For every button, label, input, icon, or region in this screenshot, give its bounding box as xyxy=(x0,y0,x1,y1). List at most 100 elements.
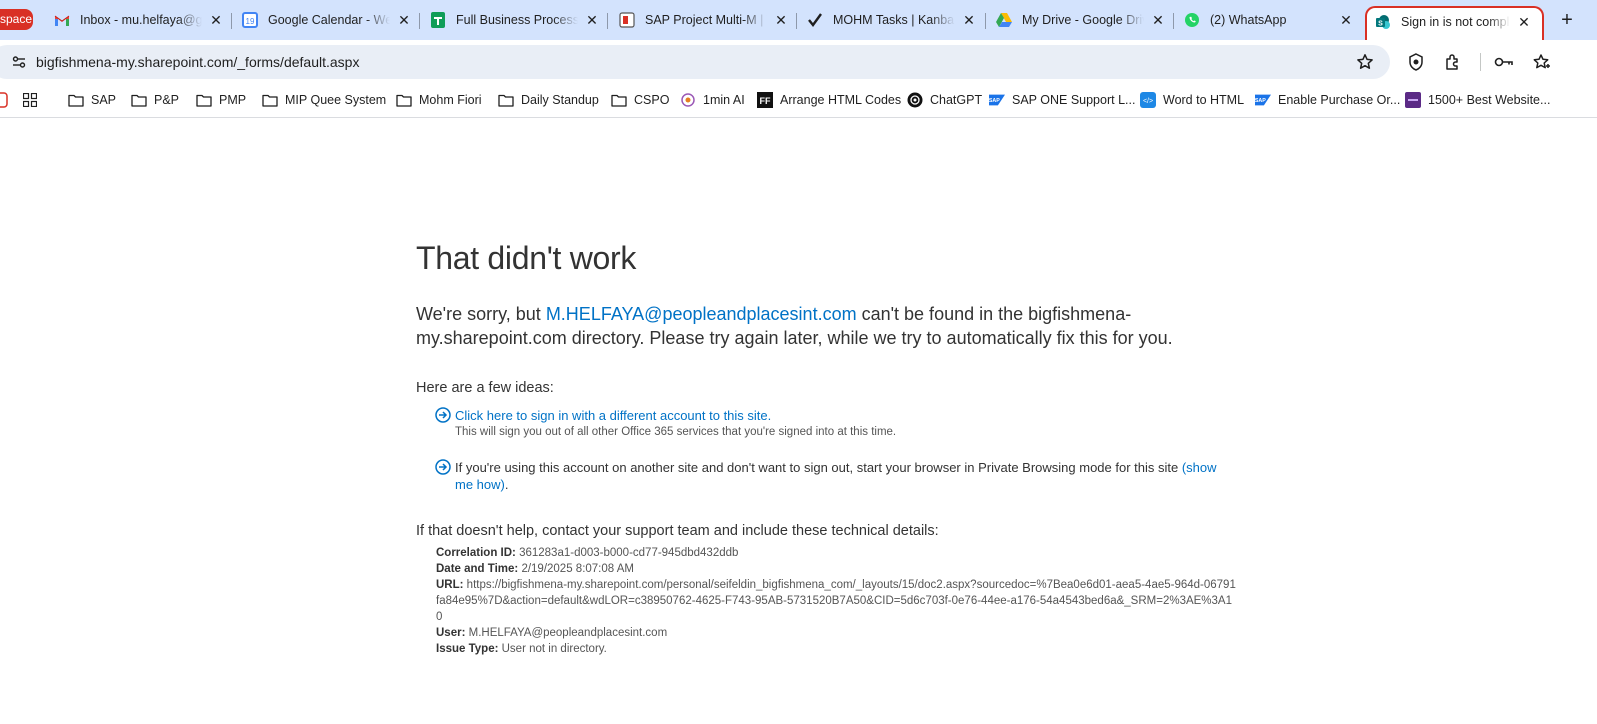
close-tab-icon[interactable]: ✕ xyxy=(1338,12,1354,28)
bookmark-folder-mip[interactable]: MIP Quee System xyxy=(262,90,386,110)
bookmark-label: Arrange HTML Codes xyxy=(780,93,902,107)
folder-icon xyxy=(68,92,84,108)
user-row: User: M.HELFAYA@peopleandplacesint.com xyxy=(436,625,1236,641)
tab-separator xyxy=(231,13,232,29)
tab-mohm-tasks[interactable]: MOHM Tasks | Kanban ✕ xyxy=(807,6,977,34)
toolbar-divider xyxy=(1480,53,1481,71)
svg-text:S: S xyxy=(1378,21,1383,28)
arrow-circle-icon xyxy=(435,459,451,475)
tab-separator xyxy=(985,13,986,29)
close-tab-icon[interactable]: ✕ xyxy=(208,12,224,28)
idea-private-browsing: If you're using this account on another … xyxy=(416,459,1236,493)
apps-grid-icon xyxy=(22,92,38,108)
close-tab-icon[interactable]: ✕ xyxy=(1516,14,1532,30)
url-value: https://bigfishmena-my.sharepoint.com/pe… xyxy=(436,579,1236,623)
error-message-prefix: We're sorry, but xyxy=(416,304,546,324)
sign-out-note: This will sign you out of all other Offi… xyxy=(455,426,897,438)
private-browsing-text: If you're using this account on another … xyxy=(455,460,1182,475)
tab-strip: space Inbox - mu.helfaya@gmail.com ✕ 19 … xyxy=(0,0,1597,40)
folder-icon xyxy=(498,92,514,108)
bookmark-apps[interactable] xyxy=(22,90,45,110)
bookmark-label: Mohm Fiori xyxy=(419,93,482,107)
svg-text:FF: FF xyxy=(760,96,771,106)
bookmark-sap-one-support[interactable]: SAP SAP ONE Support L... xyxy=(989,90,1135,110)
bookmark-label: Enable Purchase Or... xyxy=(1278,93,1401,107)
bookmark-folder-pp[interactable]: P&P xyxy=(131,90,179,110)
reading-list-star-icon[interactable] xyxy=(1531,51,1553,73)
tab-sap-project[interactable]: SAP Project Multi-M | T ✕ xyxy=(619,6,789,34)
tab-google-drive[interactable]: My Drive - Google Drive ✕ xyxy=(996,6,1166,34)
sap-project-icon xyxy=(619,12,635,28)
bookmark-star-icon[interactable] xyxy=(1354,51,1376,73)
issue-type-value: User not in directory. xyxy=(501,643,607,655)
correlation-id-label: Correlation ID: xyxy=(436,547,516,559)
bookmark-label: Word to HTML xyxy=(1163,93,1245,107)
close-tab-icon[interactable]: ✕ xyxy=(396,12,412,28)
bookmark-folder-mohm-fiori[interactable]: Mohm Fiori xyxy=(396,90,482,110)
bookmark-1min-ai[interactable]: 1min AI xyxy=(680,90,745,110)
extensions-puzzle-icon[interactable] xyxy=(1442,51,1464,73)
bookmark-folder-pmp[interactable]: PMP xyxy=(196,90,246,110)
bookmark-label: SAP ONE Support L... xyxy=(1012,93,1136,107)
red-app-icon xyxy=(0,92,10,108)
private-browsing-end: . xyxy=(504,477,509,492)
bookmark-red-app[interactable] xyxy=(0,90,17,110)
tab-google-calendar[interactable]: 19 Google Calendar - Week ✕ xyxy=(242,6,412,34)
bookmark-enable-purchase[interactable]: SAP Enable Purchase Or... xyxy=(1255,90,1400,110)
issue-type-label: Issue Type: xyxy=(436,643,499,655)
user-label: User: xyxy=(436,627,466,639)
close-tab-icon[interactable]: ✕ xyxy=(1150,12,1166,28)
svg-text:SAP: SAP xyxy=(1255,98,1266,104)
close-tab-icon[interactable]: ✕ xyxy=(584,12,600,28)
google-calendar-icon: 19 xyxy=(242,12,258,28)
bookmark-folder-cspo[interactable]: CSPO xyxy=(611,90,669,110)
google-drive-icon xyxy=(996,12,1012,28)
tab-sharepoint-active[interactable]: S Sign in is not complete ✕ xyxy=(1365,6,1544,40)
help-heading: If that doesn't help, contact your suppo… xyxy=(416,523,939,539)
close-tab-icon[interactable]: ✕ xyxy=(961,12,977,28)
bookmark-word-to-html[interactable]: </> Word to HTML xyxy=(1140,90,1244,110)
url-text[interactable]: bigfishmena-my.sharepoint.com/_forms/def… xyxy=(36,54,1354,70)
folder-icon xyxy=(611,92,627,108)
correlation-id-row: Correlation ID: 361283a1-d003-b000-cd77-… xyxy=(436,545,1236,561)
bookmark-folder-daily-standup[interactable]: Daily Standup xyxy=(498,90,599,110)
ideas-heading: Here are a few ideas: xyxy=(416,380,554,396)
technical-details: Correlation ID: 361283a1-d003-b000-cd77-… xyxy=(416,545,1236,657)
close-tab-icon[interactable]: ✕ xyxy=(773,12,789,28)
bookmark-arrange-html[interactable]: FF Arrange HTML Codes xyxy=(757,90,901,110)
password-key-icon[interactable] xyxy=(1493,51,1515,73)
tab-gmail[interactable]: Inbox - mu.helfaya@gmail.com ✕ xyxy=(54,6,224,34)
gmail-icon xyxy=(54,12,70,28)
page-title: That didn't work xyxy=(416,240,637,276)
sap-icon: SAP xyxy=(989,92,1005,108)
folder-icon xyxy=(262,92,278,108)
whatsapp-icon xyxy=(1184,12,1200,28)
bookmark-folder-sap[interactable]: SAP xyxy=(68,90,116,110)
bookmark-chatgpt[interactable]: ChatGPT xyxy=(907,90,982,110)
error-message: We're sorry, but M.HELFAYA@peopleandplac… xyxy=(416,302,1236,350)
tab-title: SAP Project Multi-M | T xyxy=(645,13,767,27)
tab-title: My Drive - Google Drive xyxy=(1022,13,1144,27)
bookmark-best-websites[interactable]: 1500+ Best Website... xyxy=(1405,90,1550,110)
issue-type-row: Issue Type: User not in directory. xyxy=(436,641,1236,657)
tab-google-sheets[interactable]: Full Business Process_2 ✕ xyxy=(430,6,600,34)
bookmark-label: ChatGPT xyxy=(930,93,983,107)
tab-whatsapp[interactable]: (2) WhatsApp ✕ xyxy=(1184,6,1354,34)
site-info-icon[interactable] xyxy=(10,53,28,71)
correlation-id-value: 361283a1-d003-b000-cd77-945dbd432ddb xyxy=(519,547,739,559)
workspace-pill[interactable]: space xyxy=(0,9,33,30)
account-email-link[interactable]: M.HELFAYA@peopleandplacesint.com xyxy=(546,304,857,324)
extension-shield-icon[interactable] xyxy=(1405,51,1427,73)
new-tab-plus-icon[interactable]: + xyxy=(1556,9,1578,32)
sap-icon: SAP xyxy=(1255,92,1271,108)
folder-icon xyxy=(196,92,212,108)
tab-separator xyxy=(419,13,420,29)
tab-title: Sign in is not complete xyxy=(1401,15,1510,29)
sign-in-different-account-link[interactable]: Click here to sign in with a different a… xyxy=(455,408,771,423)
ff-icon: FF xyxy=(757,92,773,108)
checkmark-icon xyxy=(807,12,823,28)
bookmark-label: P&P xyxy=(154,93,180,107)
address-bar[interactable]: bigfishmena-my.sharepoint.com/_forms/def… xyxy=(0,45,1390,79)
error-content: That didn't work We're sorry, but M.HELF… xyxy=(416,240,1236,657)
bookmark-label: Daily Standup xyxy=(521,93,599,107)
